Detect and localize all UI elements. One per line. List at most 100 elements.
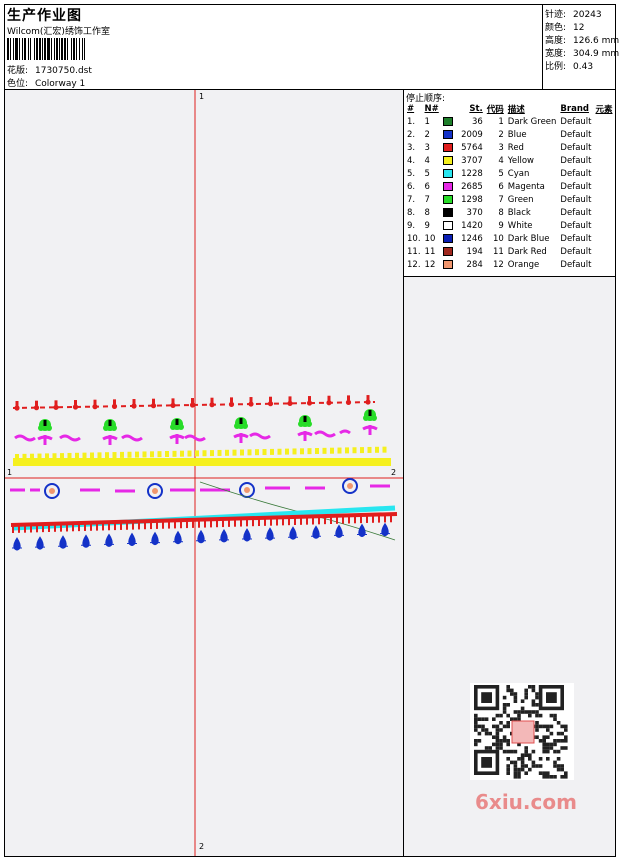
red-stitch: [54, 400, 58, 406]
row-needle: 6: [424, 181, 430, 192]
table-header-row: # N# St. 代码 描述 Brand 元素: [405, 102, 615, 115]
row-needle: 12: [424, 259, 436, 270]
stat-colors: 颜色: 12: [545, 23, 585, 33]
blue-drop: [219, 528, 229, 543]
col-element: 元素: [595, 104, 613, 115]
blue-drop: [104, 533, 114, 547]
yellow-tooth: [217, 449, 222, 456]
row-description: Blue: [507, 129, 527, 140]
yellow-tooth: [165, 451, 169, 457]
color-swatch: [442, 259, 453, 269]
table-row: 12. 12 284 12 Orange Default: [405, 258, 615, 271]
row-code: 9: [498, 220, 504, 231]
row-element: [593, 258, 614, 271]
stop-sequence-table: # N# St. 代码 描述 Brand 元素 1. 1 36 1 Dark Green…: [405, 102, 615, 271]
yellow-tooth: [172, 450, 177, 457]
red-stitch: [230, 397, 233, 403]
yellow-tooth: [187, 450, 192, 457]
red-stitch: [113, 399, 116, 405]
red-bead: [53, 404, 59, 410]
row-stitches: 1298: [441, 193, 485, 206]
barcode: [7, 38, 142, 60]
row-brand: Default: [560, 168, 592, 179]
yellow-tooth: [210, 450, 214, 457]
yellow-tooth: [90, 452, 94, 459]
row-element: [593, 245, 614, 258]
red-chain-row: [12, 395, 376, 411]
yellow-tooth: [97, 452, 102, 459]
blue-drop: [288, 526, 298, 540]
row-index: 4.: [407, 155, 416, 166]
red-stitch: [171, 398, 175, 404]
red-bead: [170, 402, 176, 408]
row-needle: 8: [424, 207, 430, 218]
red-stitch: [74, 400, 77, 406]
row-index: 9.: [407, 220, 416, 231]
col-brand: Brand: [560, 103, 589, 114]
red-stitch: [152, 398, 155, 404]
red-bead: [326, 400, 332, 406]
row-code: 11: [492, 246, 504, 257]
row-brand: Default: [560, 194, 592, 205]
red-stitch: [132, 399, 136, 405]
table-row: 3. 3 5764 3 Red Default: [405, 141, 615, 154]
yellow-tooth: [37, 453, 42, 460]
yellow-tooth: [255, 449, 259, 456]
row-element: [593, 180, 614, 193]
row-code: 10: [492, 233, 504, 244]
red-bead: [306, 400, 313, 406]
row-brand: Default: [560, 259, 592, 270]
yellow-tooth: [292, 448, 297, 455]
yellow-tooth: [307, 448, 312, 455]
table-row: 8. 8 370 8 Black Default: [405, 206, 615, 219]
yellow-tooth: [60, 453, 64, 460]
red-bead: [131, 403, 137, 409]
row-element: [593, 232, 614, 245]
col-needle: N#: [424, 103, 439, 114]
row-needle: 5: [424, 168, 430, 179]
row-element: [593, 115, 614, 128]
yellow-tooth: [52, 453, 57, 460]
colorway-row: 色位: Colorway 1: [7, 76, 85, 89]
red-bead: [150, 403, 157, 409]
table-row: 4. 4 3707 4 Yellow Default: [405, 154, 615, 167]
red-bead: [189, 402, 196, 408]
table-row: 1. 1 36 1 Dark Green Default: [405, 115, 615, 128]
col-code: 代码: [486, 104, 504, 115]
yellow-tooth: [82, 452, 87, 459]
red-stitch: [288, 396, 292, 402]
row-needle: 4: [424, 155, 430, 166]
row-brand: Default: [560, 233, 592, 244]
axis-label-top: 1: [199, 92, 205, 101]
yellow-tooth: [382, 446, 387, 453]
yellow-tooth: [202, 450, 207, 457]
yellow-tooth: [67, 452, 72, 459]
yellow-tooth: [315, 448, 319, 454]
yellow-tooth: [367, 446, 372, 453]
red-bead: [267, 401, 274, 407]
yellow-tooth: [30, 453, 34, 460]
row-needle: 9: [424, 220, 430, 231]
stat-scale: 比例: 0.43: [545, 62, 594, 72]
row-description: Magenta: [507, 181, 545, 192]
yellow-tooth: [375, 446, 379, 453]
row-index: 1.: [407, 116, 416, 127]
row-needle: 1: [424, 116, 430, 127]
table-row: 7. 7 1298 7 Green Default: [405, 193, 615, 206]
yellow-tooth: [75, 452, 79, 459]
flower-motif: [362, 409, 378, 435]
yellow-tooth: [105, 452, 109, 459]
flower-motif: [233, 417, 249, 443]
color-swatch: [442, 129, 453, 139]
yellow-tooth: [22, 453, 27, 460]
red-bead: [209, 402, 215, 408]
yellow-tooth: [262, 449, 267, 456]
row-stitches: 36: [441, 115, 485, 128]
blue-drop: [58, 535, 68, 549]
blue-drop: [173, 530, 183, 545]
row-index: 10.: [407, 233, 421, 244]
yellow-tooth: [330, 447, 334, 454]
row-code: 8: [498, 207, 504, 218]
row-stitches: 1246: [441, 232, 485, 245]
blue-drop: [242, 528, 252, 542]
